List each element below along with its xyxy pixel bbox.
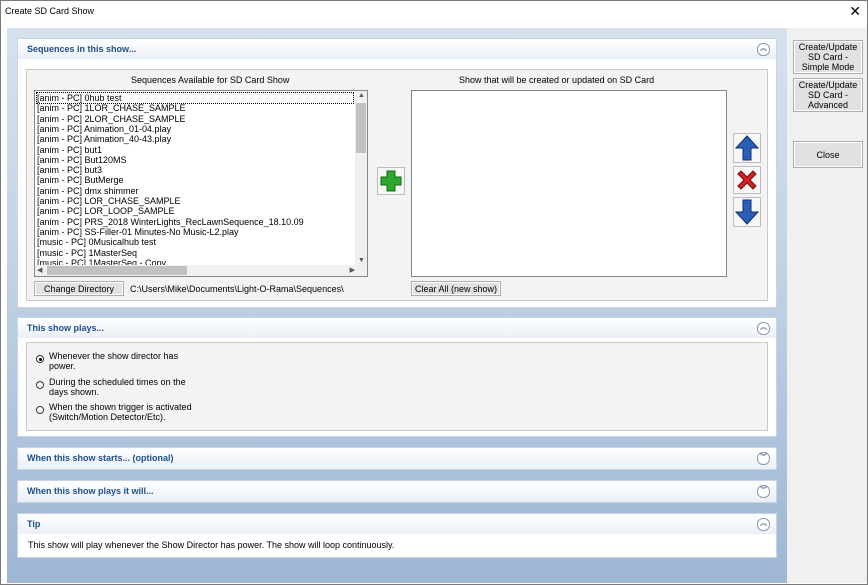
list-item[interactable]: [anim - PC] LOR_LOOP_SAMPLE xyxy=(37,206,175,216)
list-item[interactable]: [anim - PC] 2LOR_CHASE_SAMPLE xyxy=(37,114,186,124)
tip-panel-header[interactable]: Tip ︽ xyxy=(18,514,776,534)
up-arrow-icon[interactable] xyxy=(733,133,761,163)
will-panel[interactable]: When this show plays it will... ︾ xyxy=(17,480,777,503)
list-item[interactable]: [anim - PC] dmx shimmer xyxy=(37,186,139,196)
close-button[interactable]: Close xyxy=(793,141,863,168)
plays-panel: This show plays... ︽ Whenever the show d… xyxy=(17,317,777,437)
advanced-button[interactable]: Create/Update SD Card - Advanced xyxy=(793,78,863,112)
sequences-group: Sequences Available for SD Card Show Sho… xyxy=(26,69,768,301)
vertical-scroll-thumb[interactable] xyxy=(356,103,366,153)
vertical-scrollbar[interactable]: ▲ ▼ xyxy=(355,91,367,276)
sequences-panel: Sequences in this show... ︽ Sequences Av… xyxy=(17,38,777,308)
list-item[interactable]: [anim - PC] SS-Filler-01 Minutes-No Musi… xyxy=(37,227,239,237)
action-pane: Create/Update SD Card - Simple Mode Crea… xyxy=(787,28,867,583)
list-item[interactable]: [music - PC] 1MasterSeq xyxy=(37,248,137,258)
list-item[interactable]: [anim - PC] PRS_2018 WinterLights_RecLaw… xyxy=(37,217,304,227)
available-sequences-list[interactable]: [anim - PC] 0hub test [anim - PC] 1LOR_CH… xyxy=(34,90,368,277)
simple-mode-button[interactable]: Create/Update SD Card - Simple Mode xyxy=(793,40,863,74)
list-item[interactable]: [anim - PC] 0hub test xyxy=(36,92,354,104)
scroll-right-icon[interactable]: ▶ xyxy=(350,266,355,274)
list-item[interactable]: [anim - PC] ButMerge xyxy=(37,175,124,185)
tip-panel: Tip ︽ This show will play whenever the S… xyxy=(17,513,777,558)
starts-panel-header[interactable]: When this show starts... (optional) ︾ xyxy=(18,448,776,469)
tip-panel-title: Tip xyxy=(27,519,41,529)
chevron-up-icon[interactable]: ︽ xyxy=(757,518,770,531)
x-icon[interactable] xyxy=(733,166,761,194)
directory-path: C:\Users\Mike\Documents\Light-O-Rama\Seq… xyxy=(130,284,344,294)
show-sequences-list[interactable] xyxy=(411,90,727,277)
list-item[interactable]: [anim - PC] Animation_40-43.play xyxy=(37,134,171,144)
will-panel-title: When this show plays it will... xyxy=(27,486,154,496)
starts-panel[interactable]: When this show starts... (optional) ︾ xyxy=(17,447,777,470)
chevron-down-icon[interactable]: ︾ xyxy=(757,485,770,498)
chevron-down-icon[interactable]: ︾ xyxy=(757,452,770,465)
plays-panel-header[interactable]: This show plays... ︽ xyxy=(18,318,776,338)
list-item[interactable]: [anim - PC] Animation_01-04.play xyxy=(37,124,171,134)
radio-power[interactable] xyxy=(36,355,44,363)
list-item[interactable]: [anim - PC] but1 xyxy=(37,145,102,155)
content-pane: Sequences in this show... ︽ Sequences Av… xyxy=(7,28,787,583)
title-bar: Create SD Card Show ✕ xyxy=(1,1,867,23)
plays-options-group: Whenever the show director has power. Du… xyxy=(26,342,768,431)
show-label: Show that will be created or updated on … xyxy=(459,75,655,85)
option-scheduled-label: During the scheduled times on the days s… xyxy=(49,377,186,397)
sequences-panel-header[interactable]: Sequences in this show... ︽ xyxy=(18,39,776,59)
change-directory-button[interactable]: Change Directory xyxy=(34,281,124,296)
list-item[interactable]: [anim - PC] 1LOR_CHASE_SAMPLE xyxy=(37,103,186,113)
list-item[interactable]: [anim - PC] LOR_CHASE_SAMPLE xyxy=(37,196,181,206)
available-label: Sequences Available for SD Card Show xyxy=(131,75,290,85)
list-item[interactable]: [music - PC] 0Musicalhub test xyxy=(37,237,156,247)
option-power-label: Whenever the show director has power. xyxy=(49,351,179,371)
list-item[interactable]: [anim - PC] but3 xyxy=(37,165,102,175)
scroll-up-icon[interactable]: ▲ xyxy=(358,92,365,99)
horizontal-scrollbar[interactable]: ◀ ▶ xyxy=(35,265,357,276)
close-icon[interactable]: ✕ xyxy=(849,3,861,20)
will-panel-header[interactable]: When this show plays it will... ︾ xyxy=(18,481,776,502)
down-arrow-icon[interactable] xyxy=(733,197,761,227)
starts-panel-title: When this show starts... (optional) xyxy=(27,453,174,463)
scroll-left-icon[interactable]: ◀ xyxy=(37,266,42,274)
list-item[interactable]: [anim - PC] But120MS xyxy=(37,155,127,165)
sequences-panel-title: Sequences in this show... xyxy=(27,44,137,54)
plus-icon[interactable] xyxy=(377,167,405,195)
plays-panel-title: This show plays... xyxy=(27,323,105,333)
chevron-up-icon[interactable]: ︽ xyxy=(757,43,770,56)
dialog-window: Create SD Card Show ✕ Sequences in this … xyxy=(0,0,868,585)
radio-scheduled[interactable] xyxy=(36,381,44,389)
horizontal-scroll-thumb[interactable] xyxy=(47,266,187,275)
scroll-down-icon[interactable]: ▼ xyxy=(358,257,365,264)
chevron-up-icon[interactable]: ︽ xyxy=(757,322,770,335)
clear-all-button[interactable]: Clear All (new show) xyxy=(411,281,501,296)
window-title: Create SD Card Show xyxy=(5,6,95,16)
option-trigger-label: When the shown trigger is activated (Swi… xyxy=(49,402,192,422)
tip-text: This show will play whenever the Show Di… xyxy=(28,540,395,550)
radio-trigger[interactable] xyxy=(36,406,44,414)
